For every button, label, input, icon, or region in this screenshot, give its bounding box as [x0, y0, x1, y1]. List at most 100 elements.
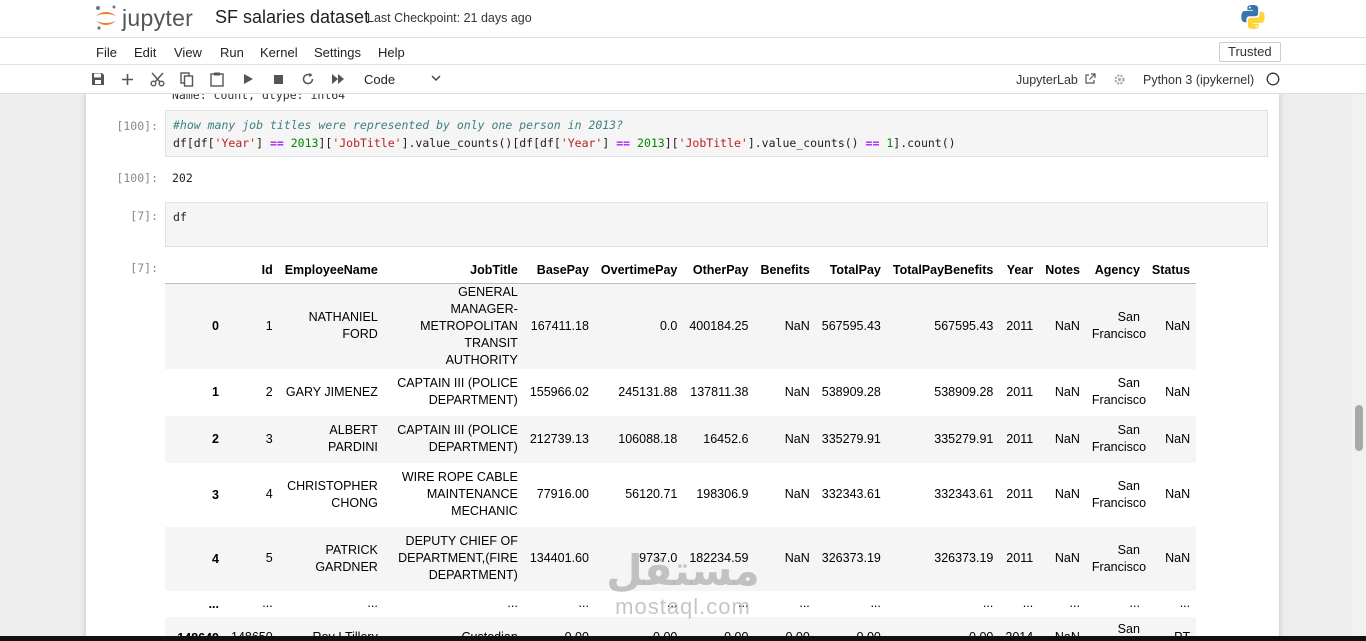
row-index: 2	[212, 432, 219, 446]
code-cell-100[interactable]: #how many job titles were represented by…	[165, 110, 1268, 157]
column-header: TotalPay	[815, 257, 887, 284]
trusted-badge[interactable]: Trusted	[1219, 42, 1281, 62]
table-row: 1 2 GARY JIMENEZ CAPTAIN III (POLICE DEPART…	[165, 368, 1197, 416]
table-cell: GARY JIMENEZ	[285, 384, 378, 399]
cell-output-text: 202	[172, 171, 193, 185]
table-cell: NaN	[784, 384, 810, 399]
table-cell: ...	[262, 596, 273, 610]
table-cell: San Francisco	[1091, 376, 1147, 407]
table-cell: 106088.18	[618, 431, 678, 446]
chevron-down-icon[interactable]	[430, 71, 442, 85]
table-cell: ...	[367, 596, 378, 610]
table-row: 3 4 CHRISTOPHER CHONG WIRE ROPE CABLE MAINT…	[165, 462, 1197, 527]
table-cell: ...	[870, 596, 881, 610]
open-jupyterlab-link[interactable]: JupyterLab	[1016, 73, 1096, 87]
table-cell: ...	[982, 596, 994, 610]
table-cell: NATHANIEL FORD	[308, 310, 378, 341]
table-cell: ALBERT PARDINI	[328, 423, 378, 454]
cell-input-prompt: [100]:	[116, 119, 158, 133]
row-index: 4	[212, 551, 219, 566]
table-cell: ...	[1022, 596, 1034, 610]
table-cell: 3	[265, 431, 273, 446]
vertical-scrollbar[interactable]	[1352, 94, 1366, 641]
column-header: Agency	[1085, 257, 1146, 284]
table-cell: 538909.28	[934, 384, 994, 399]
screen-bottom-edge	[0, 636, 1366, 641]
menu-run[interactable]: Run	[220, 45, 244, 60]
column-header: Benefits	[754, 257, 816, 284]
table-cell: 2011	[1006, 431, 1034, 446]
menu-view[interactable]: View	[174, 45, 202, 60]
table-cell: CHRISTOPHER CHONG	[287, 478, 378, 510]
column-header: Status	[1145, 257, 1197, 284]
table-cell: 326373.19	[821, 551, 881, 565]
kernel-name[interactable]: Python 3 (ipykernel)	[1143, 73, 1254, 87]
table-cell: 567595.43	[934, 318, 994, 333]
column-header: EmployeeName	[278, 257, 384, 284]
table-cell: NaN	[784, 318, 810, 333]
code-cell-7[interactable]: df	[165, 202, 1268, 247]
table-cell: ...	[1069, 596, 1080, 610]
code-line: df	[173, 210, 187, 224]
table-cell: NaN	[1054, 431, 1080, 446]
table-cell: 538909.28	[821, 384, 881, 399]
table-cell: NaN	[1054, 384, 1080, 399]
last-checkpoint: Last Checkpoint: 21 days ago	[367, 11, 532, 25]
cell-input-prompt: [7]:	[130, 209, 158, 223]
table-cell: San Francisco	[1091, 310, 1147, 341]
add-cell-icon[interactable]	[118, 70, 136, 88]
cell-type-select[interactable]: Code	[364, 72, 395, 87]
table-cell: NaN	[1165, 551, 1191, 565]
table-row: 0 1 NATHANIEL FORD GENERAL MANAGER-METROPOL…	[165, 283, 1197, 369]
paste-icon[interactable]	[208, 70, 226, 88]
table-cell: 2011	[1006, 551, 1034, 565]
menu-kernel[interactable]: Kernel	[260, 45, 298, 60]
table-cell: 332343.61	[821, 487, 881, 501]
code-line: df[df['Year'] == 2013]['JobTitle'].value…	[173, 136, 956, 150]
table-cell: 335279.91	[821, 431, 881, 446]
column-header	[165, 257, 225, 284]
column-header: Notes	[1039, 257, 1086, 284]
table-cell: 4	[265, 487, 273, 501]
scrollbar-thumb[interactable]	[1355, 405, 1363, 451]
stop-icon[interactable]	[269, 70, 287, 88]
notebook-title[interactable]: SF salaries dataset	[215, 7, 369, 28]
row-index: 3	[212, 487, 219, 502]
column-header: TotalPayBenefits	[886, 257, 1000, 284]
table-cell: San Francisco	[1091, 542, 1147, 574]
copy-icon[interactable]	[178, 70, 196, 88]
kernel-status-icon	[1266, 72, 1280, 86]
fast-forward-icon[interactable]	[329, 70, 347, 88]
column-header: BasePay	[523, 257, 595, 284]
restart-icon[interactable]	[299, 70, 317, 88]
code-comment: #how many job titles were represented by…	[173, 118, 624, 132]
table-cell: 137811.38	[690, 384, 749, 399]
menu-help[interactable]: Help	[378, 45, 405, 60]
table-cell: 2011	[1006, 318, 1034, 333]
table-cell: NaN	[1054, 487, 1080, 501]
table-cell: 245131.88	[618, 384, 678, 399]
jupyter-logo-text: jupyter	[122, 4, 194, 31]
gear-icon[interactable]	[1113, 73, 1126, 86]
table-row: 2 3 ALBERT PARDINI CAPTAIN III (POLICE DEPA…	[165, 415, 1197, 463]
jupyter-logo[interactable]: jupyter	[94, 3, 204, 33]
menu-edit[interactable]: Edit	[134, 45, 156, 60]
menu-settings[interactable]: Settings	[314, 45, 361, 60]
row-index: ...	[208, 596, 219, 611]
notebook-header: jupyter SF salaries dataset Last Checkpo…	[0, 0, 1366, 37]
column-header: Year	[999, 257, 1040, 284]
cut-icon[interactable]	[148, 70, 166, 88]
cell-output-prompt: [100]:	[116, 171, 158, 185]
table-cell: 332343.61	[934, 487, 994, 501]
table-cell: NaN	[1165, 384, 1191, 399]
table-cell: NaN	[1165, 487, 1191, 501]
table-cell: 167411.18	[530, 318, 589, 333]
table-cell: 134401.60	[529, 551, 589, 565]
run-icon[interactable]	[239, 70, 257, 88]
jupyterlab-label: JupyterLab	[1016, 73, 1078, 87]
table-cell: 567595.43	[821, 318, 881, 333]
save-icon[interactable]	[89, 70, 107, 88]
menu-file[interactable]: File	[96, 45, 117, 60]
table-cell: 77916.00	[536, 487, 589, 501]
table-cell: NaN	[1165, 431, 1191, 446]
